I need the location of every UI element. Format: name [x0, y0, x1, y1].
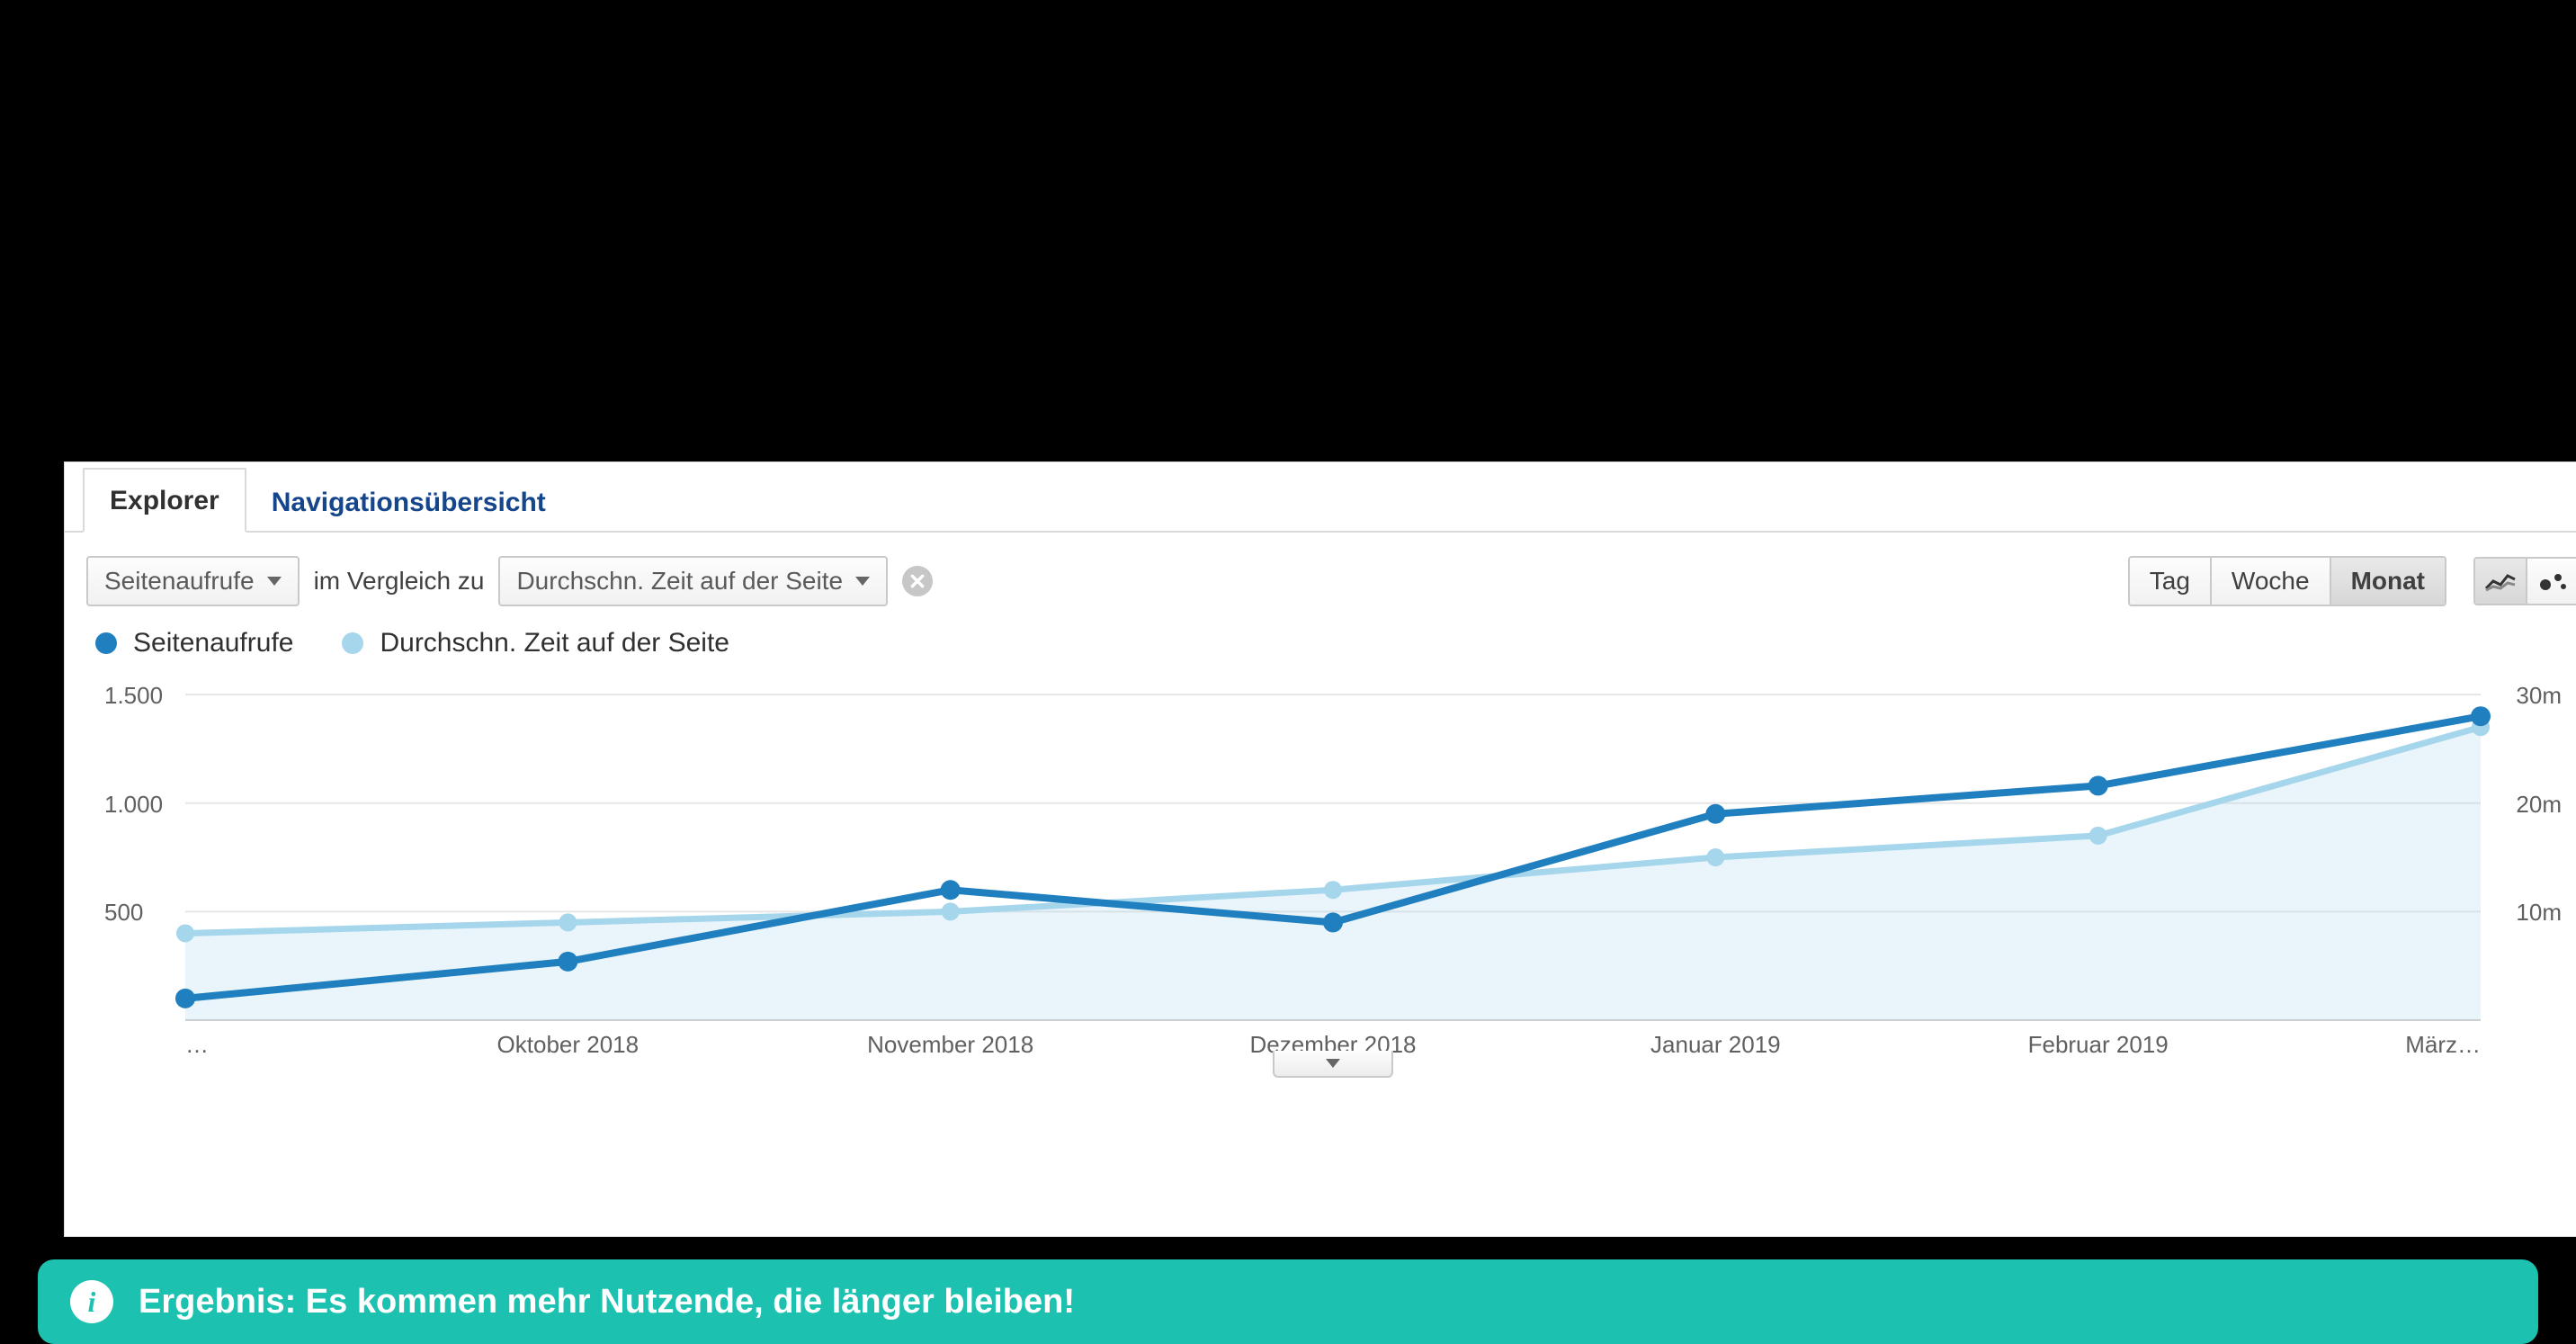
chart-type-toggle [2473, 557, 2576, 605]
legend-dot [95, 632, 117, 654]
y-right-tick: 30m [2516, 682, 2562, 710]
metric-primary-label: Seitenaufrufe [104, 567, 255, 596]
x-tick: November 2018 [867, 1031, 1033, 1059]
tab-bar: Explorer Navigationsübersicht [65, 462, 2576, 533]
granularity-month[interactable]: Monat [2331, 558, 2445, 605]
chart-type-line-button[interactable] [2475, 559, 2527, 604]
y-left-tick: 500 [104, 899, 143, 927]
y-right-tick: 10m [2516, 899, 2562, 927]
result-banner: i Ergebnis: Es kommen mehr Nutzende, die… [38, 1259, 2538, 1344]
granularity-toggle: Tag Woche Monat [2128, 556, 2446, 606]
granularity-week[interactable]: Woche [2212, 558, 2331, 605]
x-tick: März… [2405, 1031, 2481, 1059]
bubble-chart-icon [2536, 570, 2569, 592]
clear-secondary-metric-button[interactable] [902, 566, 933, 596]
chart-area: 500 1.000 1.500 10m 20m 30m … Oktober 2018 Nov… [86, 675, 2576, 1071]
metric-secondary-label: Durchschn. Zeit auf der Seite [516, 567, 843, 596]
tab-navigation-overview[interactable]: Navigationsübersicht [246, 471, 571, 533]
compare-label: im Vergleich zu [314, 567, 485, 596]
chart-legend: Seitenaufrufe Durchschn. Zeit auf der Se… [65, 615, 2576, 659]
chart-type-motion-button[interactable] [2527, 559, 2576, 604]
x-tick: … [185, 1031, 209, 1059]
legend-label: Seitenaufrufe [133, 628, 293, 659]
legend-item-avg-time: Durchschn. Zeit auf der Seite [342, 628, 729, 659]
info-icon: i [70, 1280, 113, 1323]
close-icon [909, 573, 926, 589]
metric-secondary-select[interactable]: Durchschn. Zeit auf der Seite [498, 556, 888, 606]
tab-explorer[interactable]: Explorer [83, 468, 246, 533]
y-right-tick: 20m [2516, 791, 2562, 819]
x-tick: Oktober 2018 [497, 1031, 640, 1059]
y-left-tick: 1.000 [104, 791, 163, 819]
legend-dot [342, 632, 363, 654]
y-left-tick: 1.500 [104, 682, 163, 710]
metric-primary-select[interactable]: Seitenaufrufe [86, 556, 300, 606]
legend-item-pageviews: Seitenaufrufe [95, 628, 293, 659]
expand-chart-handle[interactable] [1273, 1051, 1393, 1078]
granularity-day[interactable]: Tag [2130, 558, 2212, 605]
legend-label: Durchschn. Zeit auf der Seite [380, 628, 729, 659]
chevron-down-icon [855, 577, 870, 586]
line-chart [86, 675, 2576, 1071]
line-chart-icon [2484, 570, 2517, 592]
chevron-down-icon [267, 577, 282, 586]
x-tick: Januar 2019 [1650, 1031, 1781, 1059]
x-tick: Februar 2019 [2028, 1031, 2169, 1059]
chart-toolbar: Seitenaufrufe im Vergleich zu Durchschn.… [65, 533, 2576, 615]
chevron-down-icon [1326, 1059, 1340, 1068]
result-text: Ergebnis: Es kommen mehr Nutzende, die l… [139, 1283, 1075, 1322]
analytics-panel: Explorer Navigationsübersicht Seitenaufr… [65, 462, 2576, 1236]
